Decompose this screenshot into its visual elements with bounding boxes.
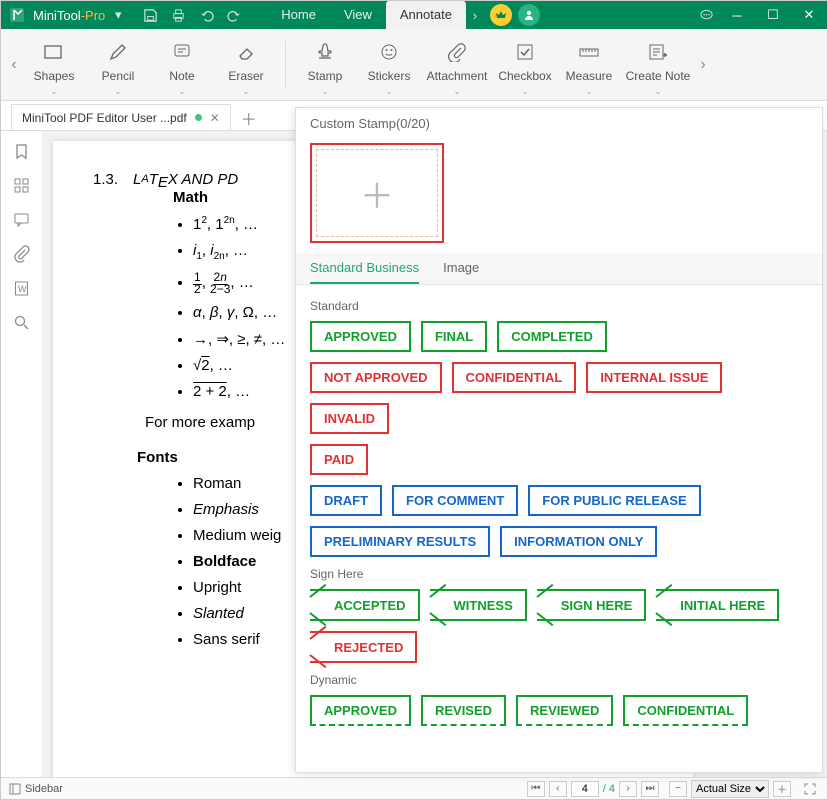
unsaved-dot-icon — [195, 114, 202, 121]
stamp-info-only[interactable]: INFORMATION ONLY — [500, 526, 657, 557]
next-page-button[interactable]: › — [619, 781, 637, 797]
stamp-initial-here[interactable]: INITIAL HERE — [656, 589, 779, 621]
group-dynamic: Dynamic — [310, 673, 808, 687]
stamp-invalid[interactable]: INVALID — [310, 403, 389, 434]
stamp-rejected[interactable]: REJECTED — [310, 631, 417, 663]
ribbon-scroll-right-icon[interactable]: › — [696, 56, 710, 74]
tab-home[interactable]: Home — [267, 1, 330, 29]
stamp-final[interactable]: FINAL — [421, 321, 487, 352]
title-tabs: Home View Annotate — [267, 1, 466, 29]
premium-icon[interactable] — [490, 4, 512, 26]
panel-tab-standard[interactable]: Standard Business — [310, 253, 419, 284]
section-number: 1.3. — [93, 171, 118, 188]
fullscreen-icon[interactable] — [801, 781, 819, 797]
attachments-icon[interactable] — [14, 245, 30, 268]
window-controls: ─ ☐ ✕ — [719, 1, 827, 29]
stamp-internal-issue[interactable]: INTERNAL ISSUE — [586, 362, 722, 393]
minimize-button[interactable]: ─ — [719, 1, 755, 29]
chat-icon[interactable] — [693, 2, 719, 28]
zoom-out-button[interactable]: − — [669, 781, 687, 797]
pencil-button[interactable]: Pencil⌄ — [87, 33, 149, 96]
stamp-dyn-revised[interactable]: REVISED — [421, 695, 506, 726]
tab-view[interactable]: View — [330, 1, 386, 29]
last-page-button[interactable]: ⏭ — [641, 781, 659, 797]
svg-text:W: W — [18, 284, 27, 294]
stamp-dyn-confidential[interactable]: CONFIDENTIAL — [623, 695, 748, 726]
stamp-dyn-approved[interactable]: APPROVED — [310, 695, 411, 726]
ribbon-toolbar: ‹ Shapes⌄ Pencil⌄ Note⌄ Eraser⌄ Stamp⌄ S… — [1, 29, 827, 101]
create-note-button[interactable]: Create Note⌄ — [622, 33, 694, 96]
stamp-approved[interactable]: APPROVED — [310, 321, 411, 352]
stamp-public-release[interactable]: FOR PUBLIC RELEASE — [528, 485, 700, 516]
quick-access-toolbar — [137, 2, 247, 28]
zoom-select[interactable]: Actual Size — [691, 780, 769, 798]
left-rail: W — [1, 131, 43, 777]
add-custom-stamp-button[interactable]: ＋ — [310, 143, 444, 243]
redo-icon[interactable] — [221, 2, 247, 28]
panel-body: Standard APPROVED FINAL COMPLETED NOT AP… — [296, 285, 822, 772]
plus-icon: ＋ — [360, 169, 394, 218]
section-title: LATEX AND PD — [133, 171, 238, 191]
stamp-paid[interactable]: PAID — [310, 444, 368, 475]
search-icon[interactable] — [13, 314, 30, 336]
document-tab-title: MiniTool PDF Editor User ...pdf — [22, 111, 187, 125]
stamp-confidential[interactable]: CONFIDENTIAL — [452, 362, 577, 393]
document-tab[interactable]: MiniTool PDF Editor User ...pdf ✕ — [11, 104, 231, 130]
stamp-for-comment[interactable]: FOR COMMENT — [392, 485, 518, 516]
sidebar-toggle[interactable]: Sidebar — [9, 783, 63, 795]
first-page-button[interactable]: ⏮ — [527, 781, 545, 797]
measure-button[interactable]: Measure⌄ — [558, 33, 620, 96]
stamp-witness[interactable]: WITNESS — [430, 589, 527, 621]
word-icon[interactable]: W — [13, 280, 30, 302]
new-tab-button[interactable]: ＋ — [237, 106, 261, 130]
group-standard: Standard — [310, 299, 808, 313]
thumbnails-icon[interactable] — [13, 177, 30, 199]
group-signhere: Sign Here — [310, 567, 808, 581]
stamp-preliminary[interactable]: PRELIMINARY RESULTS — [310, 526, 490, 557]
stamp-panel: Custom Stamp(0/20) ＋ Standard Business I… — [295, 107, 823, 773]
close-button[interactable]: ✕ — [791, 1, 827, 29]
page-total: / 4 — [603, 783, 615, 795]
page-input[interactable] — [571, 781, 599, 797]
undo-icon[interactable] — [193, 2, 219, 28]
ribbon-scroll-left-icon[interactable]: ‹ — [7, 56, 21, 74]
panel-title: Custom Stamp(0/20) — [296, 108, 822, 139]
tab-annotate[interactable]: Annotate — [386, 1, 466, 29]
attachment-button[interactable]: Attachment⌄ — [422, 33, 492, 96]
panel-tab-image[interactable]: Image — [443, 253, 479, 284]
stamp-draft[interactable]: DRAFT — [310, 485, 382, 516]
note-button[interactable]: Note⌄ — [151, 33, 213, 96]
stamp-dyn-reviewed[interactable]: REVIEWED — [516, 695, 613, 726]
separator — [285, 41, 286, 89]
stamp-button[interactable]: Stamp⌄ — [294, 33, 356, 96]
stamp-not-approved[interactable]: NOT APPROVED — [310, 362, 442, 393]
print-icon[interactable] — [165, 2, 191, 28]
title-bar: MiniTool-Pro ▾ Home View Annotate › ─ ☐ … — [1, 1, 827, 29]
eraser-button[interactable]: Eraser⌄ — [215, 33, 277, 96]
shapes-button[interactable]: Shapes⌄ — [23, 33, 85, 96]
titlebar-dropdown-icon[interactable]: ▾ — [105, 2, 131, 28]
stamp-completed[interactable]: COMPLETED — [497, 321, 607, 352]
save-icon[interactable] — [137, 2, 163, 28]
sidebar-icon — [9, 783, 21, 795]
app-name: MiniTool-Pro — [33, 8, 105, 23]
stamp-sign-here[interactable]: SIGN HERE — [537, 589, 647, 621]
maximize-button[interactable]: ☐ — [755, 1, 791, 29]
zoom-in-button[interactable]: ＋ — [773, 781, 791, 797]
user-icon[interactable] — [518, 4, 540, 26]
prev-page-button[interactable]: ‹ — [549, 781, 567, 797]
checkbox-button[interactable]: Checkbox⌄ — [494, 33, 556, 96]
stamp-accepted[interactable]: ACCEPTED — [310, 589, 420, 621]
comments-icon[interactable] — [13, 211, 30, 233]
panel-tabs: Standard Business Image — [296, 253, 822, 285]
bookmarks-icon[interactable] — [13, 143, 30, 165]
status-bar: Sidebar ⏮ ‹ / 4 › ⏭ − Actual Size ＋ — [1, 777, 827, 799]
tab-close-icon[interactable]: ✕ — [210, 111, 220, 125]
tabs-overflow-icon[interactable]: › — [466, 8, 484, 23]
stickers-button[interactable]: Stickers⌄ — [358, 33, 420, 96]
app-logo-icon — [5, 3, 29, 27]
